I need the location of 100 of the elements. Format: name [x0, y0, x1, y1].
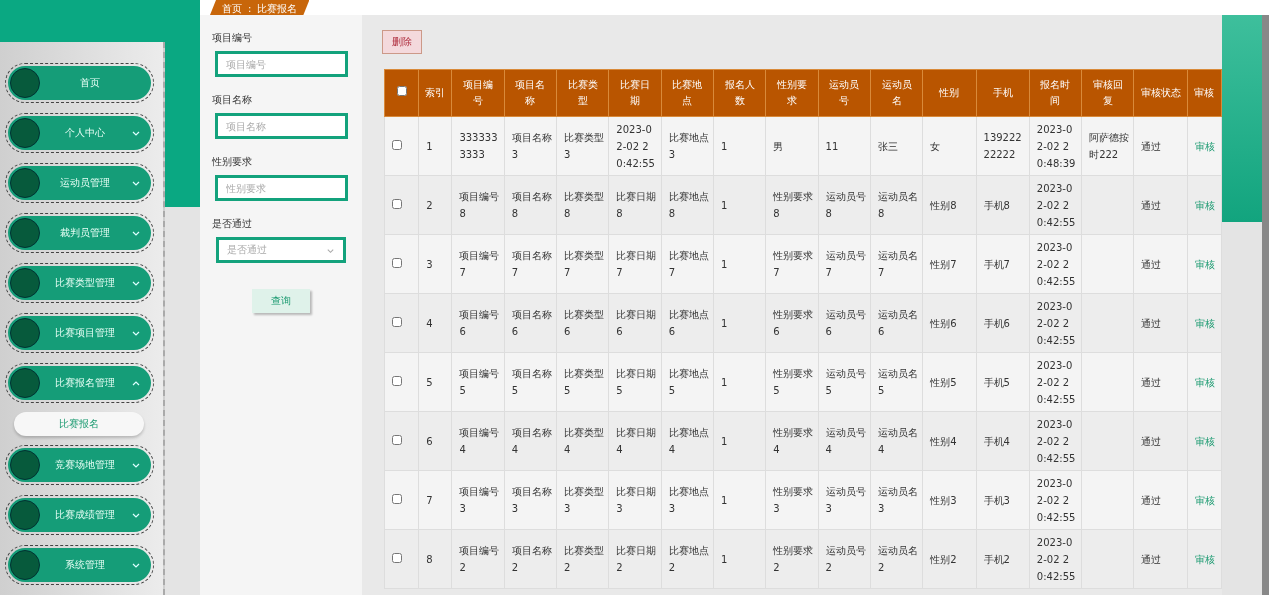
sidebar-item[interactable]: 比赛类型管理 [8, 266, 151, 300]
sidebar-item[interactable]: 首页 [8, 66, 151, 100]
circle-icon [10, 118, 40, 148]
table-cell: 1 [713, 175, 766, 235]
table-cell: 2023-02-02 20:42:55 [608, 116, 662, 176]
table-cell: 运动员号2 [818, 529, 871, 589]
column-header: 项目编号 [451, 69, 505, 117]
table-cell: 2023-02-02 20:42:55 [1029, 293, 1082, 353]
table-cell: 项目编号2 [451, 529, 505, 589]
table-cell: 比赛类型6 [556, 293, 609, 353]
table-cell: 运动员名2 [870, 529, 923, 589]
sidebar-item[interactable]: 竞赛场地管理 [8, 448, 151, 482]
sidebar-item[interactable]: 裁判员管理 [8, 216, 151, 250]
row-checkbox[interactable] [392, 493, 402, 504]
circle-icon [10, 450, 40, 480]
table-cell: 运动员名6 [870, 293, 923, 353]
table-cell: 性别3 [922, 470, 976, 530]
table-cell: 手机6 [976, 293, 1030, 353]
table-cell: 比赛地点6 [661, 293, 714, 353]
table-cell: 项目编号5 [451, 352, 505, 412]
table-cell: 2023-02-02 20:48:39 [1029, 116, 1082, 176]
table-cell: 性别7 [922, 234, 976, 294]
table-cell: 通过 [1133, 529, 1188, 589]
column-header: 运动员名 [870, 69, 923, 117]
table-cell: 手机4 [976, 411, 1030, 471]
table-cell: 通过 [1133, 293, 1188, 353]
table-cell: 性别要求3 [765, 470, 819, 530]
table-cell: 运动员号7 [818, 234, 871, 294]
column-header: 比赛类型 [556, 69, 609, 117]
sidebar-item[interactable]: 个人中心 [8, 116, 151, 150]
review-link[interactable]: 审核 [1194, 435, 1215, 447]
circle-icon [10, 168, 40, 198]
input-field[interactable]: 项目编号 [215, 51, 348, 77]
table-cell: 比赛类型4 [556, 411, 609, 471]
row-checkbox[interactable] [392, 139, 402, 150]
table-cell: 3333333333 [451, 116, 505, 176]
table-cell: 2023-02-02 20:42:55 [1029, 529, 1082, 589]
table-cell: 性别要求6 [765, 293, 819, 353]
table-cell: 1 [713, 470, 766, 530]
table-cell: 通过 [1133, 175, 1188, 235]
sidebar-item[interactable]: 比赛项目管理 [8, 316, 151, 350]
field-label: 项目名称 [212, 93, 253, 107]
table-cell: 1 [418, 116, 452, 176]
table-cell: 7 [418, 470, 452, 530]
review-link[interactable]: 审核 [1194, 140, 1215, 152]
review-link[interactable]: 审核 [1194, 317, 1215, 329]
circle-icon [10, 68, 40, 98]
row-checkbox[interactable] [392, 552, 402, 563]
table-cell: 11 [818, 116, 871, 176]
review-link[interactable]: 审核 [1194, 258, 1215, 270]
table-cell: 阿萨德按时222 [1081, 116, 1134, 176]
column-header: 性别 [922, 69, 976, 117]
table-cell: 运动员号3 [818, 470, 871, 530]
column-header: 报名时间 [1029, 69, 1082, 117]
table-cell: 3 [418, 234, 452, 294]
circle-icon [10, 368, 40, 398]
table-cell: 比赛类型2 [556, 529, 609, 589]
circle-icon [10, 268, 40, 298]
sidebar-item[interactable]: 比赛成绩管理 [8, 498, 151, 532]
table-cell: 2 [418, 175, 452, 235]
table-cell: 性别2 [922, 529, 976, 589]
table-cell: 5 [418, 352, 452, 412]
select-all-checkbox[interactable] [396, 86, 407, 96]
review-link[interactable]: 审核 [1194, 553, 1215, 565]
table-cell: 比赛日期7 [608, 234, 662, 294]
row-checkbox[interactable] [392, 316, 402, 327]
table-cell: 手机2 [976, 529, 1030, 589]
table-cell: 比赛地点5 [661, 352, 714, 412]
row-checkbox[interactable] [392, 375, 402, 386]
select-field[interactable]: 是否通过 [216, 237, 346, 263]
table-cell: 运动员名7 [870, 234, 923, 294]
review-link[interactable]: 审核 [1194, 494, 1215, 506]
review-link[interactable]: 审核 [1194, 376, 1215, 388]
table-cell: 项目编号7 [451, 234, 505, 294]
review-link[interactable]: 审核 [1194, 199, 1215, 211]
row-checkbox[interactable] [392, 257, 402, 268]
table-cell: 项目名称8 [504, 175, 557, 235]
table-cell: 比赛地点3 [661, 116, 714, 176]
table-cell: 比赛类型3 [556, 470, 609, 530]
table-cell: 性别要求5 [765, 352, 819, 412]
input-field[interactable]: 项目名称 [215, 113, 348, 139]
table-cell: 项目名称3 [504, 470, 557, 530]
sidebar-item[interactable]: 系统管理 [8, 548, 151, 582]
table-cell: 性别6 [922, 293, 976, 353]
row-checkbox[interactable] [392, 198, 402, 209]
submenu-item[interactable]: 比赛报名 [14, 412, 144, 436]
sidebar-item[interactable]: 运动员管理 [8, 166, 151, 200]
search-button[interactable]: 查询 [252, 289, 310, 313]
table-cell: 8 [418, 529, 452, 589]
breadcrumb-home[interactable]: 首页 [222, 3, 242, 15]
delete-button[interactable]: 删除 [382, 30, 422, 54]
input-field[interactable]: 性别要求 [215, 175, 348, 201]
sidebar-item[interactable]: 比赛报名管理 [8, 366, 151, 400]
table-cell: 运动员号8 [818, 175, 871, 235]
table-cell: 2023-02-02 20:42:55 [1029, 234, 1082, 294]
table-cell: 1 [713, 411, 766, 471]
table-cell: 2023-02-02 20:42:55 [1029, 411, 1082, 471]
table-cell: 性别要求8 [765, 175, 819, 235]
table-cell: 项目编号6 [451, 293, 505, 353]
row-checkbox[interactable] [392, 434, 402, 445]
